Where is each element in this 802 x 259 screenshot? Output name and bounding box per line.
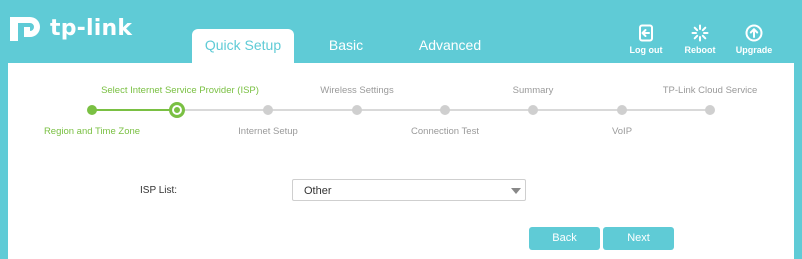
tp-link-logo-icon xyxy=(10,17,40,41)
isp-list-label: ISP List: xyxy=(140,185,178,196)
step-label-isp: Select Internet Service Provider (ISP) xyxy=(101,85,259,96)
logout-button[interactable]: Log out xyxy=(622,24,670,55)
step-dot-cloud xyxy=(705,105,715,115)
step-dot-connection-test xyxy=(440,105,450,115)
isp-list-select[interactable]: Other xyxy=(292,179,526,201)
main-panel: Region and Time Zone Select Internet Ser… xyxy=(8,63,794,259)
next-button[interactable]: Next xyxy=(603,227,674,250)
tab-basic[interactable]: Basic xyxy=(294,29,398,63)
step-dot-voip xyxy=(617,105,627,115)
step-label-voip: VoIP xyxy=(611,126,633,137)
step-dot-isp xyxy=(169,102,185,118)
step-dot-summary xyxy=(528,105,538,115)
step-label-wireless: Wireless Settings xyxy=(320,85,394,96)
main-tabs: Quick Setup Basic Advanced xyxy=(192,29,502,63)
isp-list-value: Other xyxy=(304,185,332,197)
back-button[interactable]: Back xyxy=(529,227,600,250)
reboot-button[interactable]: Reboot xyxy=(676,24,724,55)
upgrade-icon xyxy=(745,24,763,42)
upgrade-label: Upgrade xyxy=(735,45,773,55)
reboot-icon xyxy=(691,24,709,42)
step-dot-region xyxy=(87,105,97,115)
step-label-connection-test: Connection Test xyxy=(411,126,479,137)
tab-advanced[interactable]: Advanced xyxy=(398,29,502,63)
step-label-region: Region and Time Zone xyxy=(43,126,141,137)
step-dot-internet-setup xyxy=(263,105,273,115)
logout-icon xyxy=(638,24,654,42)
chevron-down-icon xyxy=(511,188,521,194)
step-label-summary: Summary xyxy=(512,85,554,96)
logout-label: Log out xyxy=(629,45,663,55)
reboot-label: Reboot xyxy=(684,45,716,55)
tp-link-logo: tp-link xyxy=(8,13,132,43)
setup-progress: Region and Time Zone Select Internet Ser… xyxy=(8,63,794,153)
brand-name: tp-link xyxy=(50,15,133,41)
tab-quick-setup[interactable]: Quick Setup xyxy=(192,29,294,63)
top-actions: Log out Reboot Upgrade xyxy=(616,24,778,55)
step-label-internet-setup: Internet Setup xyxy=(238,126,298,137)
step-label-cloud: TP-Link Cloud Service xyxy=(662,85,758,96)
upgrade-button[interactable]: Upgrade xyxy=(730,24,778,55)
step-dot-wireless xyxy=(352,105,362,115)
progress-line-done xyxy=(92,109,180,111)
